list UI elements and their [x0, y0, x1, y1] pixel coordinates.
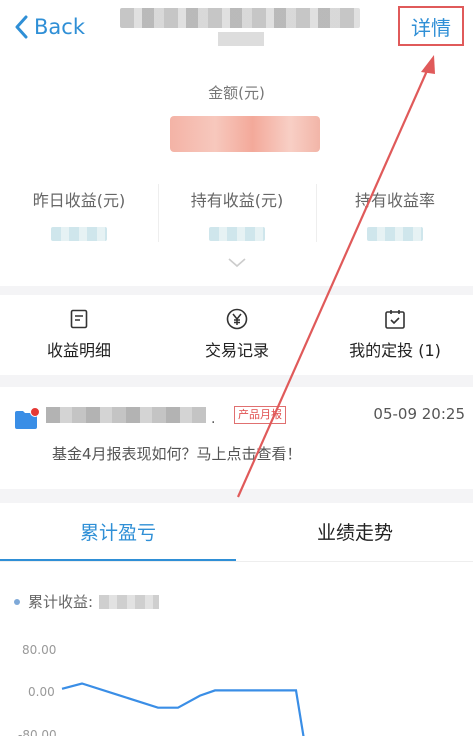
tab-label: 累计盈亏 — [79, 521, 156, 544]
report-badge: 产品月报 — [234, 406, 286, 424]
nav-bar: Back 详情 — [0, 0, 473, 52]
stat-holding-income: 持有收益(元) — [158, 187, 316, 241]
performance-panel: 累计盈亏 业绩走势 累计收益: 80.00 0.00 -80.00 — [0, 503, 473, 736]
action-label: 交易记录 — [204, 341, 269, 360]
blurred-subtitle — [218, 32, 264, 46]
back-button[interactable]: Back — [14, 12, 85, 42]
income-detail-button[interactable]: 收益明细 — [0, 307, 158, 361]
blurred-amount — [170, 116, 320, 152]
action-label: 收益明细 — [46, 341, 111, 360]
blurred-value — [367, 227, 423, 241]
my-auto-invest-button[interactable]: 我的定投 (1) — [316, 307, 473, 361]
action-label: 我的定投 (1) — [349, 341, 441, 360]
action-row: 收益明细 交易记录 我的定投 (1) — [0, 295, 473, 375]
yen-circle-icon — [226, 308, 248, 330]
stat-label: 持有收益(元) — [190, 191, 284, 210]
holding-summary: 金额(元) 昨日收益(元) 持有收益(元) 持有收益率 — [0, 52, 473, 286]
detail-button[interactable]: 详情 — [398, 6, 464, 46]
message-time: 05-09 20:25 — [373, 405, 465, 423]
series-line — [61, 682, 305, 736]
y-tick-label: -80.00 — [18, 728, 57, 736]
legend-dot — [14, 598, 20, 605]
document-icon — [70, 309, 88, 329]
legend-label: 累计收益: — [28, 593, 94, 611]
dot-separator: . — [211, 411, 216, 427]
blurred-legend-value — [99, 594, 160, 609]
stat-label: 昨日收益(元) — [32, 191, 126, 210]
amount-label: 金额(元) — [208, 84, 265, 102]
chevron-down-icon[interactable] — [228, 258, 246, 268]
chevron-left-icon — [15, 15, 28, 39]
stat-label: 持有收益率 — [354, 191, 435, 210]
cumulative-pnl-chart: 80.00 0.00 -80.00 — [18, 643, 305, 736]
tab-cumulative-pnl[interactable]: 累计盈亏 — [0, 503, 236, 559]
y-tick-label: 0.00 — [28, 685, 55, 699]
blurred-title — [120, 8, 360, 28]
back-label: Back — [34, 15, 85, 39]
transaction-record-button[interactable]: 交易记录 — [158, 307, 316, 361]
stat-yesterday-income: 昨日收益(元) — [0, 187, 158, 241]
blurred-value — [209, 227, 265, 241]
chart-legend: 累计收益: — [14, 591, 160, 612]
tab-performance-trend[interactable]: 业绩走势 — [237, 503, 473, 559]
message-text: 基金4月报表现如何？马上点击查看！ — [52, 445, 302, 463]
detail-label: 详情 — [411, 15, 451, 40]
blurred-message-title — [46, 407, 206, 423]
blurred-value — [51, 227, 107, 241]
y-tick-label: 80.00 — [22, 643, 56, 657]
monthly-report-message[interactable]: . 产品月报 05-09 20:25 基金4月报表现如何？马上点击查看！ — [0, 387, 473, 489]
folder-notification-icon — [15, 407, 40, 429]
stat-holding-rate: 持有收益率 — [316, 187, 473, 241]
calendar-check-icon — [385, 310, 405, 329]
divider — [0, 561, 473, 562]
tab-label: 业绩走势 — [316, 521, 393, 544]
